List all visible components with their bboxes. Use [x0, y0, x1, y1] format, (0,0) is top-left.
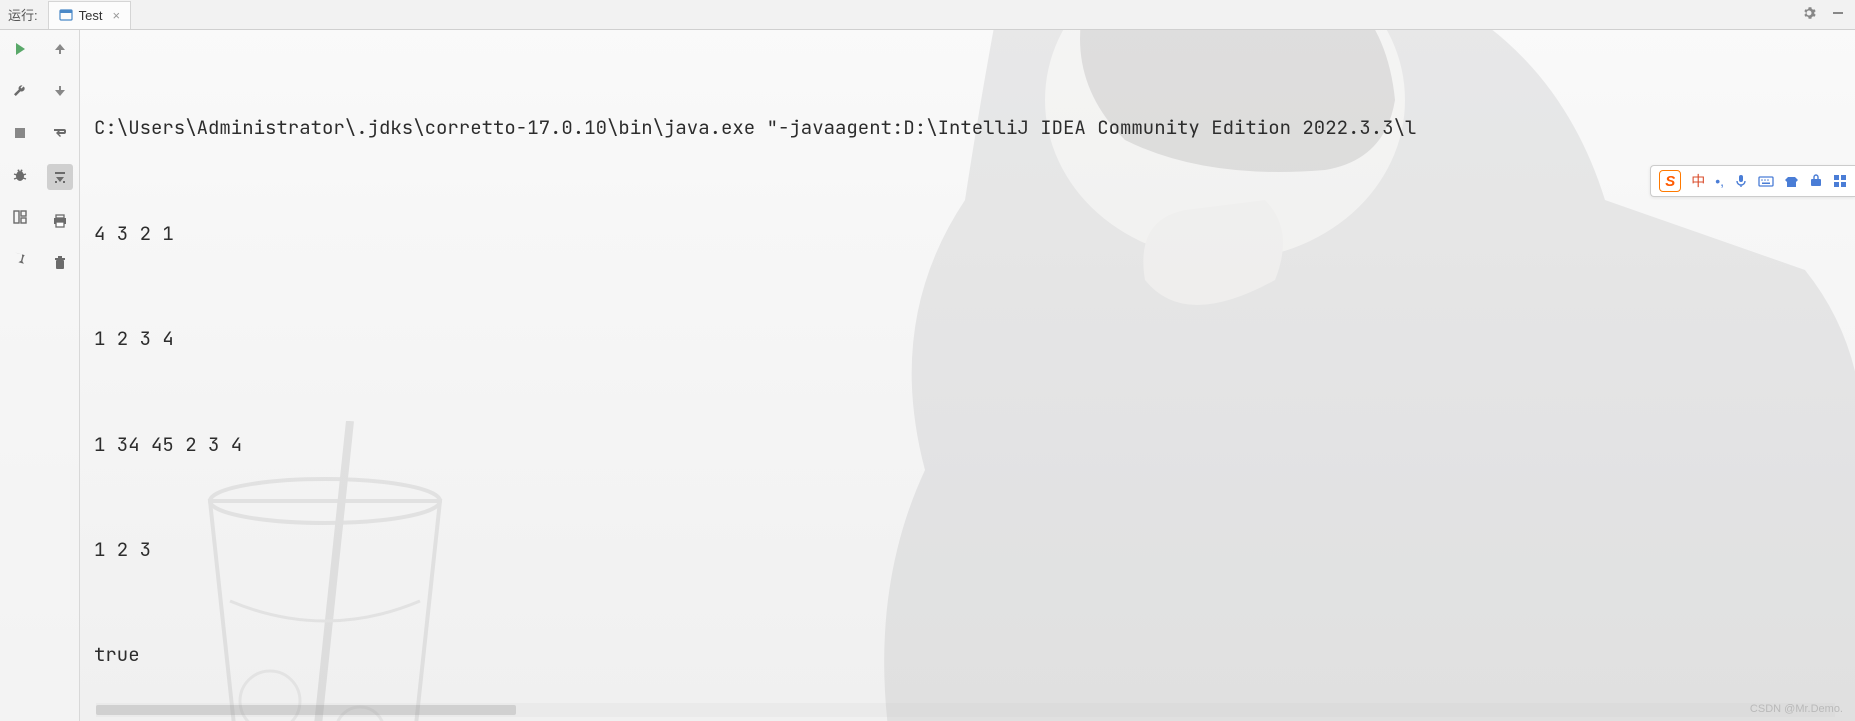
gear-icon[interactable]	[1801, 5, 1817, 24]
scrollbar-thumb[interactable]	[96, 705, 516, 715]
console-output[interactable]: C:\Users\Administrator\.jdks\corretto-17…	[80, 30, 1855, 721]
ime-keyboard-icon[interactable]	[1758, 174, 1774, 188]
close-icon[interactable]: ×	[112, 8, 120, 23]
ime-mic-icon[interactable]	[1734, 174, 1748, 188]
ime-lang-toggle[interactable]: 中	[1691, 171, 1705, 191]
stop-button[interactable]	[9, 122, 31, 144]
scroll-to-end-button[interactable]	[47, 164, 73, 190]
run-tool-window-header: 运行: Test ×	[0, 0, 1855, 30]
soft-wrap-button[interactable]	[49, 122, 71, 144]
layout-settings-button[interactable]	[9, 206, 31, 228]
tab-label: Test	[79, 8, 103, 23]
command-line: C:\Users\Administrator\.jdks\corretto-17…	[94, 110, 1841, 145]
output-line: 1 34 45 2 3 4	[94, 427, 1841, 462]
ime-punct-icon[interactable]: •,	[1715, 173, 1724, 189]
run-toolbar-primary	[0, 30, 40, 721]
clear-all-button[interactable]	[49, 252, 71, 274]
down-stack-icon[interactable]	[49, 80, 71, 102]
minimize-icon[interactable]	[1831, 6, 1845, 23]
run-tab-test[interactable]: Test ×	[48, 1, 131, 29]
ime-skin-icon[interactable]	[1784, 174, 1799, 188]
pin-tab-button[interactable]	[9, 248, 31, 270]
output-line: 4 3 2 1	[94, 216, 1841, 251]
rerun-button[interactable]	[9, 38, 31, 60]
output-line: true	[94, 637, 1841, 672]
up-stack-icon[interactable]	[49, 38, 71, 60]
horizontal-scrollbar[interactable]	[96, 703, 1835, 717]
modify-run-config-button[interactable]	[9, 80, 31, 102]
run-toolbar-secondary	[40, 30, 80, 721]
application-icon	[59, 8, 73, 22]
ime-menu-icon[interactable]	[1833, 174, 1847, 188]
watermark: CSDN @Mr.Demo.	[1750, 703, 1843, 715]
dump-threads-button[interactable]	[9, 164, 31, 186]
output-line: 1 2 3	[94, 532, 1841, 567]
output-line: 1 2 3 4	[94, 321, 1841, 356]
ime-toolbar[interactable]: S 中 •,	[1650, 165, 1855, 197]
sogou-logo-icon[interactable]: S	[1659, 170, 1681, 192]
run-label: 运行:	[0, 5, 46, 24]
print-button[interactable]	[49, 210, 71, 232]
ime-toolbox-icon[interactable]	[1809, 174, 1823, 188]
